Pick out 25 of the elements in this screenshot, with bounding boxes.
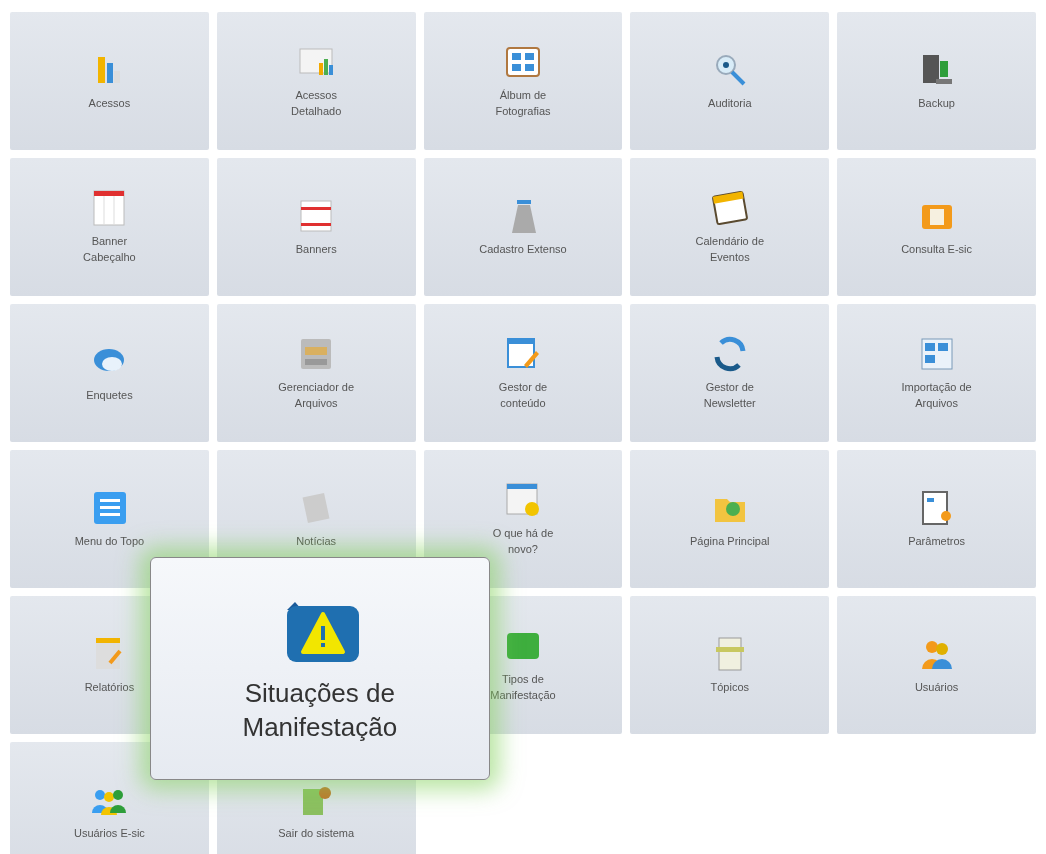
menu-tile[interactable]: Usuários E-sic [10, 742, 209, 854]
menu-tile[interactable]: Importação de Arquivos [837, 304, 1036, 442]
menu-tile[interactable]: Usuários [837, 596, 1036, 734]
menu-tile[interactable]: Acessos Detalhado [216, 12, 416, 150]
menu-tile[interactable]: Auditoria [630, 12, 830, 150]
menu-tile[interactable]: Parâmetros [837, 450, 1036, 588]
menu-tile[interactable]: Tópicos [630, 596, 830, 734]
menu-tile[interactable]: Consulta E-sic [837, 158, 1036, 296]
menu-tile[interactable]: Gestor de conteúdo [423, 304, 623, 442]
menu-tile[interactable]: Menu do Topo [10, 450, 209, 588]
menu-tile[interactable]: Enquetes [10, 304, 209, 442]
menu-tile[interactable]: Cadastro Extenso [423, 158, 623, 296]
window-star-icon [504, 481, 542, 519]
menu-tile[interactable]: Backup [837, 12, 1036, 150]
menu-tile[interactable]: Banner Cabeçalho [10, 158, 209, 296]
enlarged-tile-popup[interactable]: Situações de Manifestação [149, 557, 490, 780]
menu-tile[interactable]: Gestor de Newsletter [630, 304, 830, 442]
menu-tile[interactable]: Banners [216, 158, 416, 296]
popup-label: Situações de Manifestação [242, 676, 398, 744]
menu-tile[interactable]: Calendário de Eventos [630, 158, 830, 296]
menu-tile[interactable]: Álbum de Fotografias [423, 12, 623, 150]
menu-tile[interactable]: Acessos [10, 12, 209, 150]
menu-tile[interactable]: Página Principal [630, 450, 830, 588]
menu-tile[interactable]: O que há de novo? [423, 450, 623, 588]
menu-tile[interactable]: Gerenciador de Arquivos [216, 304, 416, 442]
